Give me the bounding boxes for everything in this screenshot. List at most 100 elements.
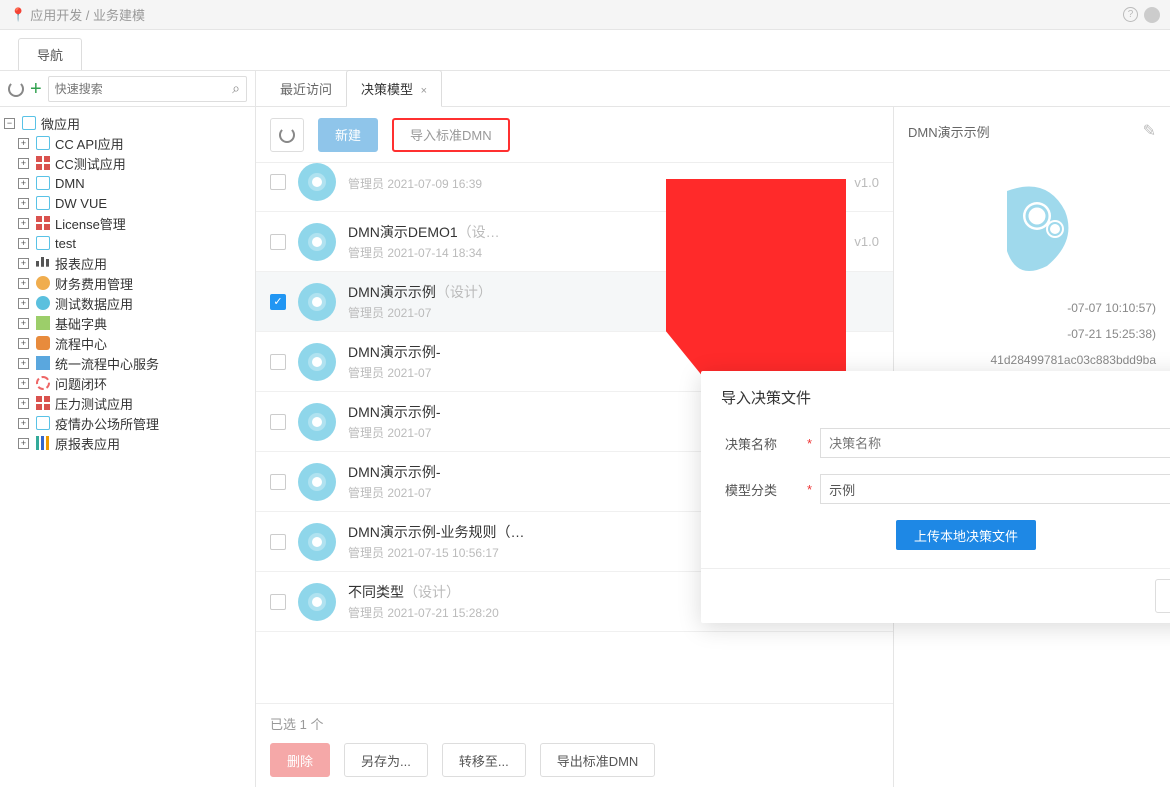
expand-icon[interactable]: + <box>18 398 29 409</box>
expand-icon[interactable]: + <box>18 418 29 429</box>
tree-item-label: 测试数据应用 <box>55 294 133 313</box>
tab-recent[interactable]: 最近访问 <box>266 71 346 106</box>
item-checkbox[interactable] <box>270 174 286 190</box>
folder-icon <box>22 116 36 130</box>
item-version: v1.0 <box>854 234 879 249</box>
tree-item[interactable]: +CC API应用 <box>4 133 251 153</box>
item-title: DMN演示DEMO1（设… <box>348 222 842 242</box>
tree-item[interactable]: +报表应用 <box>4 253 251 273</box>
tab-label: 决策模型 <box>361 82 413 97</box>
export-dmn-button[interactable]: 导出标准DMN <box>540 743 656 777</box>
expand-icon[interactable]: + <box>18 138 29 149</box>
expand-icon[interactable]: + <box>18 198 29 209</box>
item-subtitle: 管理员 2021-07-09 16:39 <box>348 175 842 192</box>
tree-item[interactable]: + 测试数据应用 <box>4 293 251 313</box>
expand-icon[interactable]: + <box>18 338 29 349</box>
tab-close-icon[interactable]: × <box>421 85 427 97</box>
tree-item[interactable]: +DMN <box>4 173 251 193</box>
tree-root[interactable]: − 微应用 <box>4 113 251 133</box>
item-avatar <box>298 163 336 201</box>
tree-item-label: 流程中心 <box>55 334 107 353</box>
main-area: 最近访问 决策模型 × 新建 导入标准DMN 管理员 2021-07-09 16… <box>256 71 1170 787</box>
item-checkbox[interactable] <box>270 354 286 370</box>
expand-icon[interactable]: + <box>18 258 29 269</box>
dialog-close-button[interactable]: 关闭 <box>1155 579 1170 613</box>
saveas-button[interactable]: 另存为... <box>344 743 428 777</box>
tree-item-label: 统一流程中心服务 <box>55 354 159 373</box>
app-icon <box>36 196 50 210</box>
expand-icon[interactable]: + <box>18 438 29 449</box>
expand-icon[interactable]: + <box>18 298 29 309</box>
item-checkbox[interactable] <box>270 414 286 430</box>
dialog-title: 导入决策文件 <box>721 387 811 408</box>
edit-icon[interactable]: ✎ <box>1143 121 1156 141</box>
tree-item[interactable]: +DW VUE <box>4 193 251 213</box>
item-title: DMN演示示例- <box>348 342 867 362</box>
tree-item[interactable]: + 财务费用管理 <box>4 273 251 293</box>
list-refresh-button[interactable] <box>270 118 304 152</box>
tree-item[interactable]: +CC测试应用 <box>4 153 251 173</box>
list-item[interactable]: 管理员 2021-07-09 16:39 v1.0 <box>256 163 893 212</box>
expand-icon[interactable]: + <box>18 318 29 329</box>
expand-icon[interactable]: + <box>18 358 29 369</box>
expand-icon[interactable]: + <box>18 218 29 229</box>
item-avatar <box>298 523 336 561</box>
expand-icon[interactable]: + <box>18 278 29 289</box>
item-subtitle: 管理员 2021-07 <box>348 304 867 321</box>
item-checkbox[interactable] <box>270 234 286 250</box>
help-icon[interactable]: ? <box>1123 7 1138 22</box>
collapse-icon[interactable]: − <box>4 118 15 129</box>
model-type-select[interactable]: 示例 ▼ <box>820 474 1170 504</box>
nav-tab[interactable]: 导航 <box>18 38 82 70</box>
select-value: 示例 <box>829 480 855 499</box>
moveto-button[interactable]: 转移至... <box>442 743 526 777</box>
delete-button[interactable]: 删除 <box>270 743 330 777</box>
item-subtitle: 管理员 2021-07-14 18:34 <box>348 244 842 261</box>
location-icon: 📍 <box>10 7 26 23</box>
item-checkbox[interactable] <box>270 474 286 490</box>
nav-tab-strip: 导航 <box>18 38 1170 70</box>
expand-icon[interactable]: + <box>18 158 29 169</box>
app-icon <box>36 176 50 190</box>
tree-item[interactable]: +基础字典 <box>4 313 251 333</box>
item-avatar <box>298 223 336 261</box>
tree-item-label: 压力测试应用 <box>55 394 133 413</box>
search-input-wrap[interactable]: ⌕ <box>48 76 247 102</box>
tab-decision-model[interactable]: 决策模型 × <box>346 70 442 107</box>
expand-icon[interactable]: + <box>18 178 29 189</box>
tree-root-label: 微应用 <box>41 114 80 133</box>
refresh-icon[interactable] <box>8 81 24 97</box>
type-label: 模型分类 <box>725 480 805 499</box>
tree-item[interactable]: + 流程中心 <box>4 333 251 353</box>
tree-item-label: 财务费用管理 <box>55 274 133 293</box>
tree-item[interactable]: + 统一流程中心服务 <box>4 353 251 373</box>
expand-icon[interactable]: + <box>18 238 29 249</box>
expand-icon[interactable]: + <box>18 378 29 389</box>
item-checkbox[interactable] <box>270 594 286 610</box>
close-window-icon[interactable] <box>1144 7 1160 23</box>
detail-title: DMN演示示例 <box>908 122 990 141</box>
tree-item[interactable]: + 压力测试应用 <box>4 393 251 413</box>
tree-item[interactable]: +License管理 <box>4 213 251 233</box>
import-dmn-button[interactable]: 导入标准DMN <box>392 118 510 152</box>
add-icon[interactable]: + <box>30 79 42 99</box>
tree-item[interactable]: +原报表应用 <box>4 433 251 453</box>
list-item[interactable]: ✓ DMN演示示例（设计） 管理员 2021-07 <box>256 272 893 332</box>
refresh-icon <box>279 127 295 143</box>
detail-meta: 41d28499781ac03c883bdd9ba <box>908 353 1156 367</box>
tree-item[interactable]: + 问题闭环 <box>4 373 251 393</box>
search-icon[interactable]: ⌕ <box>232 80 240 97</box>
search-input[interactable] <box>55 82 232 96</box>
list-item[interactable]: DMN演示DEMO1（设… 管理员 2021-07-14 18:34 v1.0 <box>256 212 893 272</box>
app-icon <box>36 236 50 250</box>
tree-item[interactable]: +test <box>4 233 251 253</box>
item-checkbox[interactable]: ✓ <box>270 294 286 310</box>
new-button[interactable]: 新建 <box>318 118 378 152</box>
decision-name-input[interactable] <box>820 428 1170 458</box>
import-dialog: 导入决策文件 ✕ 决策名称 * 模型分类 * 示例 ▼ 上传本地决策文件 <box>701 371 1170 623</box>
upload-button[interactable]: 上传本地决策文件 <box>896 520 1036 550</box>
item-checkbox[interactable] <box>270 534 286 550</box>
app-icon <box>36 216 50 230</box>
tree-item-label: 问题闭环 <box>55 374 107 393</box>
tree-item[interactable]: +疫情办公场所管理 <box>4 413 251 433</box>
